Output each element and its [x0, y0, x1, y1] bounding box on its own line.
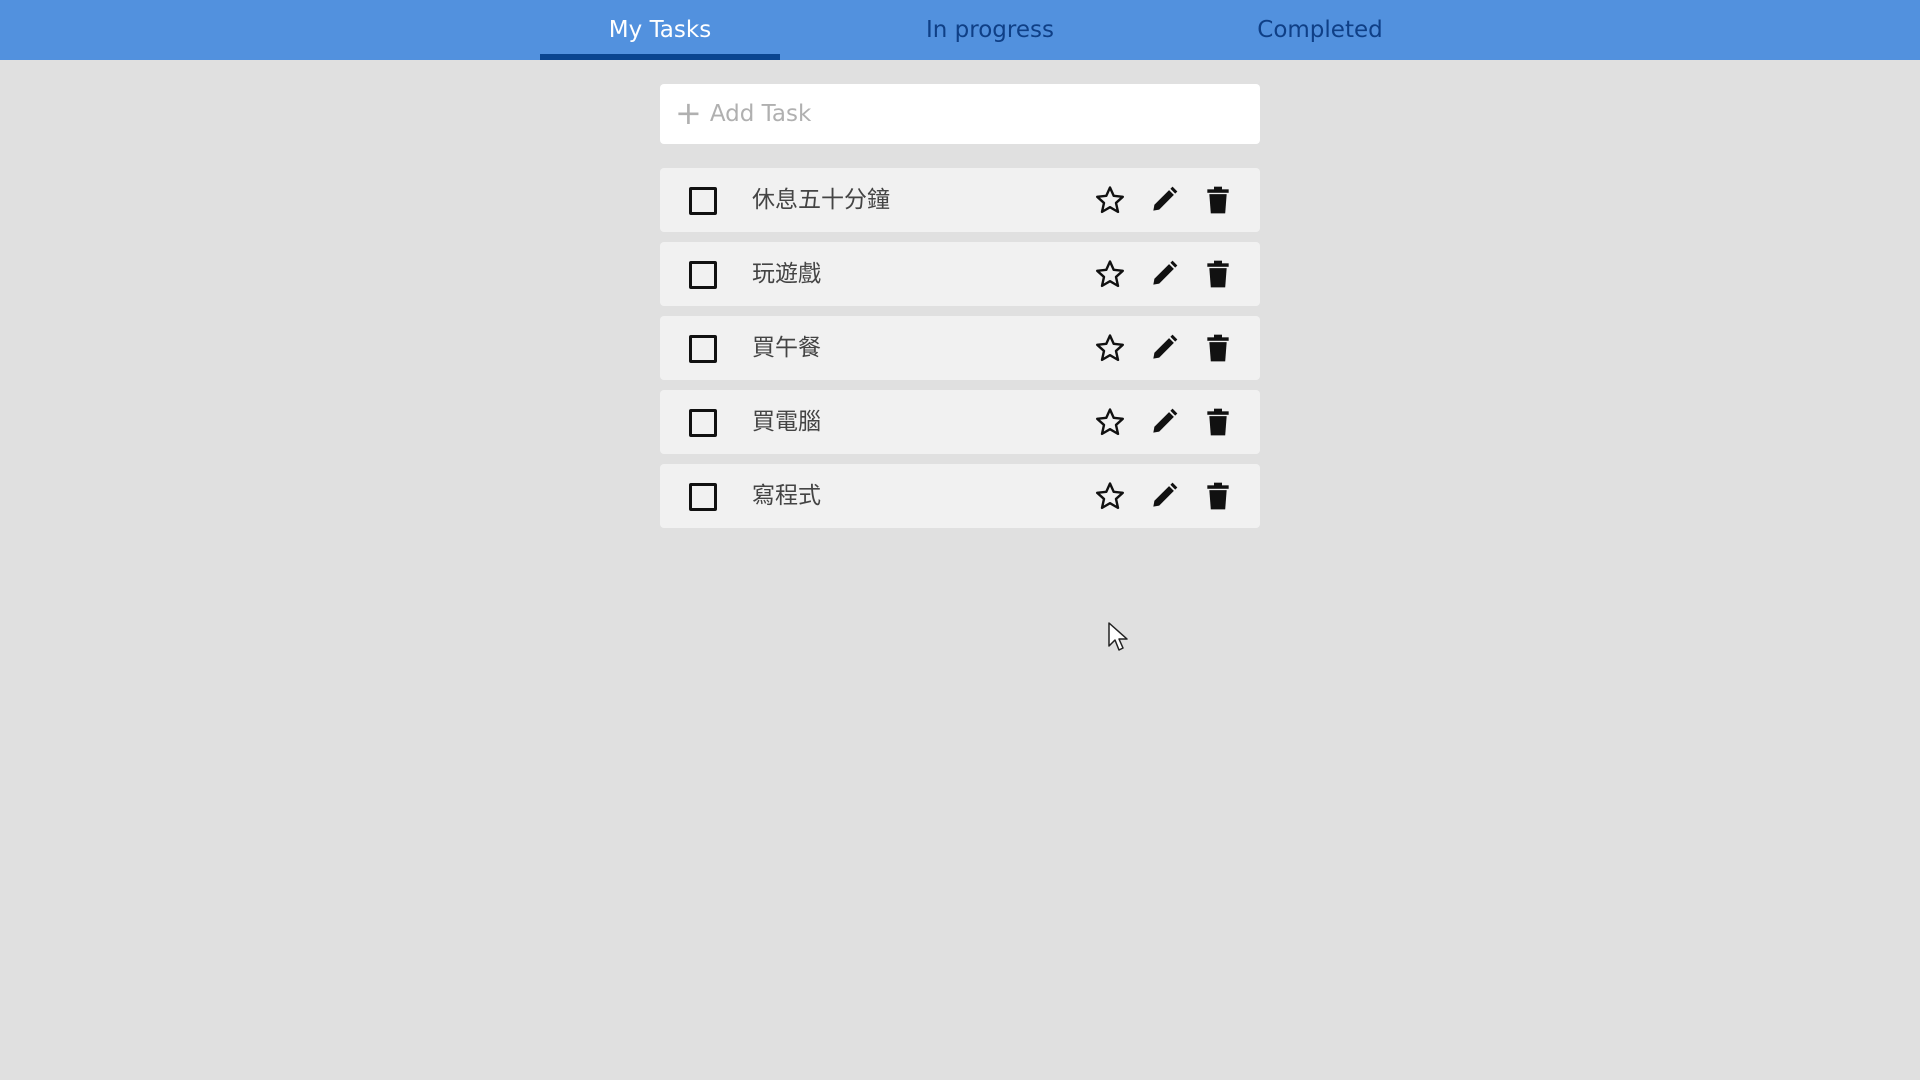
task-title: 休息五十分鐘	[752, 187, 890, 213]
pencil-icon[interactable]	[1148, 332, 1180, 364]
trash-icon[interactable]	[1202, 480, 1234, 512]
star-icon[interactable]	[1094, 258, 1126, 290]
task-item[interactable]: 買午餐	[660, 316, 1260, 380]
task-title: 買午餐	[752, 335, 821, 361]
add-task-bar[interactable]: +	[660, 84, 1260, 144]
star-icon[interactable]	[1094, 480, 1126, 512]
pencil-icon[interactable]	[1148, 406, 1180, 438]
tab-my-tasks[interactable]: My Tasks	[540, 0, 780, 60]
task-title: 買電腦	[752, 409, 821, 435]
tab-in-progress-label: In progress	[926, 17, 1054, 43]
trash-icon[interactable]	[1202, 406, 1234, 438]
task-title: 玩遊戲	[752, 261, 821, 287]
star-icon[interactable]	[1094, 406, 1126, 438]
star-icon[interactable]	[1094, 332, 1126, 364]
active-tab-underline	[540, 54, 780, 60]
task-checkbox[interactable]	[689, 483, 717, 511]
mouse-cursor-icon	[1108, 622, 1128, 651]
trash-icon[interactable]	[1202, 258, 1234, 290]
task-checkbox[interactable]	[689, 335, 717, 363]
top-nav-bar: My Tasks In progress Completed	[0, 0, 1920, 60]
task-list: 休息五十分鐘 玩遊戲買午餐買電腦寫程式	[660, 168, 1260, 538]
trash-icon[interactable]	[1202, 332, 1234, 364]
task-checkbox[interactable]	[689, 409, 717, 437]
trash-icon[interactable]	[1202, 184, 1234, 216]
pencil-icon[interactable]	[1148, 480, 1180, 512]
task-item[interactable]: 寫程式	[660, 464, 1260, 528]
task-item[interactable]: 休息五十分鐘	[660, 168, 1260, 232]
pencil-icon[interactable]	[1148, 258, 1180, 290]
plus-icon: +	[675, 93, 702, 132]
tab-my-tasks-label: My Tasks	[608, 17, 712, 43]
task-title: 寫程式	[752, 483, 821, 509]
tab-completed[interactable]: Completed	[1200, 0, 1440, 60]
task-checkbox[interactable]	[689, 187, 717, 215]
task-checkbox[interactable]	[689, 261, 717, 289]
star-icon[interactable]	[1094, 184, 1126, 216]
task-item[interactable]: 買電腦	[660, 390, 1260, 454]
tab-completed-label: Completed	[1257, 17, 1383, 43]
task-item[interactable]: 玩遊戲	[660, 242, 1260, 306]
tab-in-progress[interactable]: In progress	[870, 0, 1110, 60]
pencil-icon[interactable]	[1148, 184, 1180, 216]
add-task-input[interactable]	[707, 100, 1232, 128]
